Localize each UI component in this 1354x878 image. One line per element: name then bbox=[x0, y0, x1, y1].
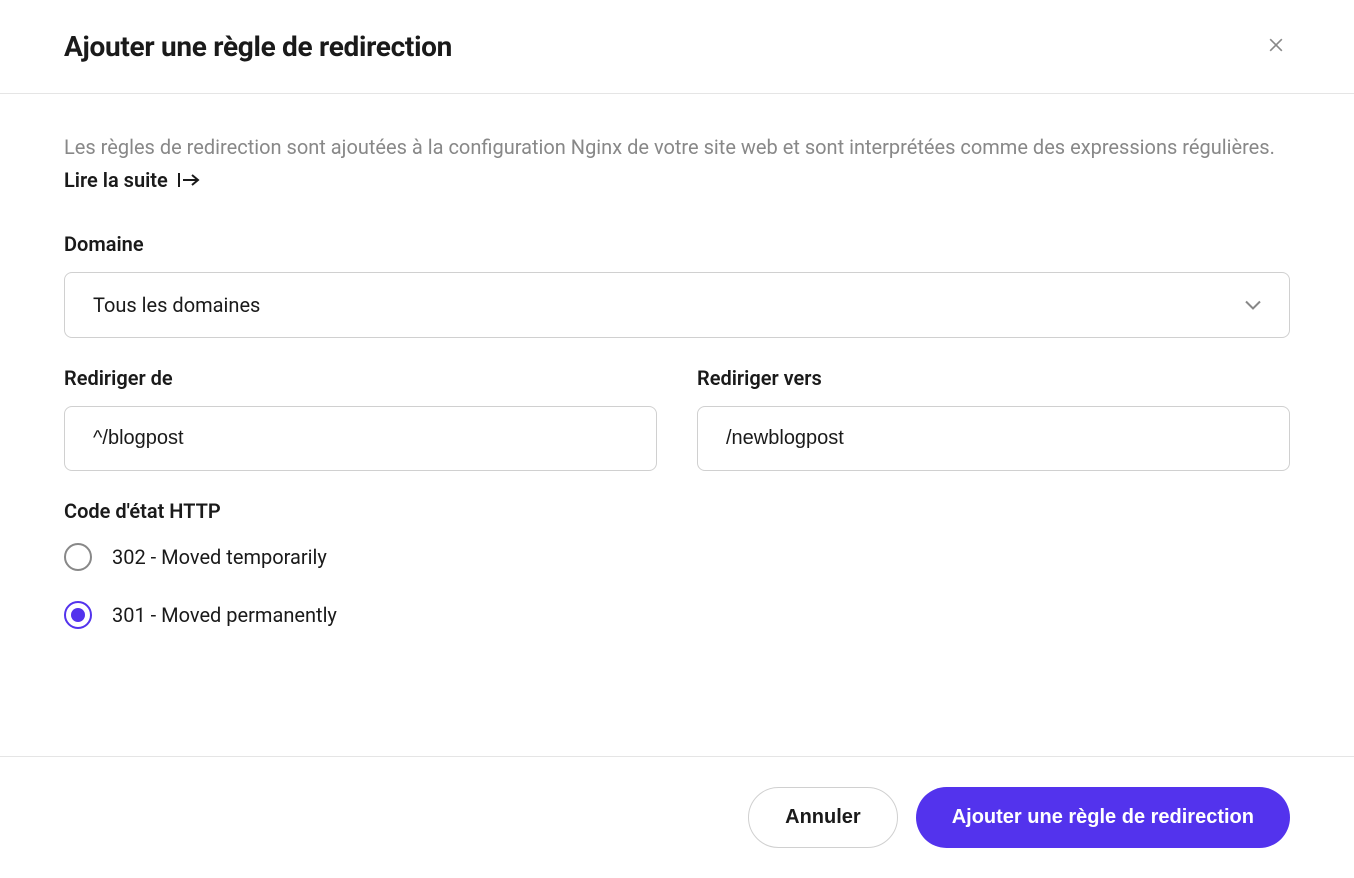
modal-header: Ajouter une règle de redirection bbox=[0, 0, 1354, 94]
radio-group: 302 - Moved temporarily 301 - Moved perm… bbox=[64, 543, 1290, 629]
domain-select-wrapper: Tous les domaines bbox=[64, 272, 1290, 338]
domain-field-group: Domaine Tous les domaines bbox=[64, 232, 1290, 338]
radio-label-301: 301 - Moved permanently bbox=[112, 603, 337, 627]
redirect-row: Rediriger de Rediriger vers bbox=[64, 366, 1290, 499]
close-icon bbox=[1266, 35, 1286, 58]
redirect-to-group: Rediriger vers bbox=[697, 366, 1290, 471]
radio-option-302[interactable]: 302 - Moved temporarily bbox=[64, 543, 1290, 571]
read-more-label: Lire la suite bbox=[64, 168, 168, 192]
external-link-icon bbox=[178, 171, 200, 189]
redirect-to-label: Rediriger vers bbox=[697, 366, 1290, 390]
redirect-from-label: Rediriger de bbox=[64, 366, 657, 390]
modal-footer: Annuler Ajouter une règle de redirection bbox=[0, 756, 1354, 878]
close-button[interactable] bbox=[1262, 31, 1290, 62]
radio-option-301[interactable]: 301 - Moved permanently bbox=[64, 601, 1290, 629]
description-text: Les règles de redirection sont ajoutées … bbox=[64, 130, 1290, 164]
submit-button[interactable]: Ajouter une règle de redirection bbox=[916, 787, 1290, 848]
read-more-link[interactable]: Lire la suite bbox=[64, 168, 200, 192]
redirect-from-group: Rediriger de bbox=[64, 366, 657, 471]
redirect-from-input[interactable] bbox=[64, 406, 657, 471]
modal-title: Ajouter une règle de redirection bbox=[64, 30, 452, 63]
radio-circle bbox=[64, 601, 92, 629]
modal-body: Les règles de redirection sont ajoutées … bbox=[0, 94, 1354, 687]
domain-label: Domaine bbox=[64, 232, 1290, 256]
redirect-to-input[interactable] bbox=[697, 406, 1290, 471]
status-code-label: Code d'état HTTP bbox=[64, 499, 1290, 523]
radio-circle bbox=[64, 543, 92, 571]
cancel-button[interactable]: Annuler bbox=[748, 787, 898, 848]
radio-dot bbox=[71, 608, 85, 622]
radio-label-302: 302 - Moved temporarily bbox=[112, 545, 327, 569]
domain-select[interactable]: Tous les domaines bbox=[64, 272, 1290, 338]
status-code-group: Code d'état HTTP 302 - Moved temporarily… bbox=[64, 499, 1290, 629]
